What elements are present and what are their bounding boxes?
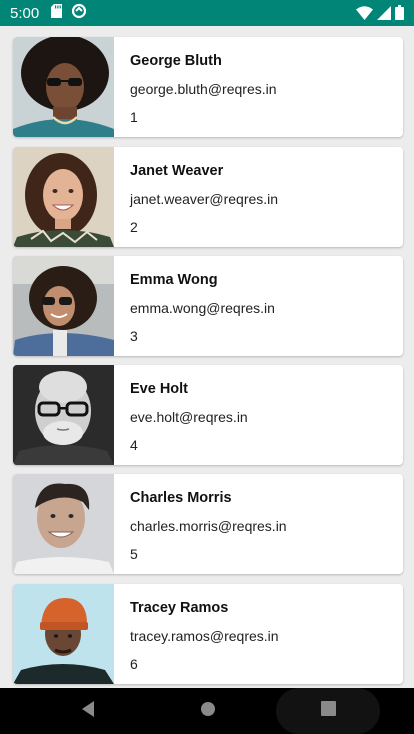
user-avatar: [13, 147, 114, 247]
user-id: 1: [130, 109, 138, 125]
user-email: george.bluth@reqres.in: [130, 81, 277, 97]
user-email: emma.wong@reqres.in: [130, 300, 275, 316]
back-icon: [80, 700, 96, 723]
user-id: 3: [130, 328, 138, 344]
recents-button[interactable]: [276, 688, 380, 734]
sd-card-icon: [51, 3, 63, 23]
user-id: 6: [130, 656, 138, 672]
sync-icon: [71, 3, 87, 24]
user-card[interactable]: Charles Morris charles.morris@reqres.in …: [13, 474, 403, 574]
user-id: 2: [130, 219, 138, 235]
home-button[interactable]: [186, 688, 230, 734]
user-card[interactable]: Janet Weaver janet.weaver@reqres.in 2: [13, 147, 403, 247]
user-id: 4: [130, 437, 138, 453]
navigation-bar: [0, 688, 414, 734]
user-card[interactable]: Emma Wong emma.wong@reqres.in 3: [13, 256, 403, 356]
cellular-signal-icon: [377, 5, 391, 25]
user-list[interactable]: George Bluth george.bluth@reqres.in 1 Ja…: [0, 26, 414, 688]
user-avatar: [13, 37, 114, 137]
user-name: Emma Wong: [130, 272, 218, 288]
user-email: janet.weaver@reqres.in: [130, 191, 279, 207]
user-card[interactable]: George Bluth george.bluth@reqres.in 1: [13, 37, 403, 137]
user-card[interactable]: Eve Holt eve.holt@reqres.in 4: [13, 365, 403, 465]
user-avatar: [13, 474, 114, 574]
recents-icon: [320, 701, 336, 721]
user-name: Charles Morris: [130, 490, 232, 506]
user-card[interactable]: Tracey Ramos tracey.ramos@reqres.in 6: [13, 584, 403, 684]
status-time: 5:00: [10, 4, 40, 22]
back-button[interactable]: [66, 688, 110, 734]
user-name: Eve Holt: [130, 381, 189, 397]
user-id: 5: [130, 546, 138, 562]
status-bar: 5:00: [0, 0, 414, 26]
user-name: George Bluth: [130, 53, 222, 69]
user-avatar: [13, 584, 114, 684]
user-name: Tracey Ramos: [130, 600, 229, 616]
user-avatar: [13, 365, 114, 465]
home-icon: [200, 701, 216, 722]
user-email: tracey.ramos@reqres.in: [130, 628, 279, 644]
user-avatar: [13, 256, 114, 356]
user-email: charles.morris@reqres.in: [130, 518, 287, 534]
user-email: eve.holt@reqres.in: [130, 409, 248, 425]
battery-icon: [395, 5, 404, 25]
user-name: Janet Weaver: [130, 163, 224, 179]
wifi-icon: [356, 5, 373, 25]
